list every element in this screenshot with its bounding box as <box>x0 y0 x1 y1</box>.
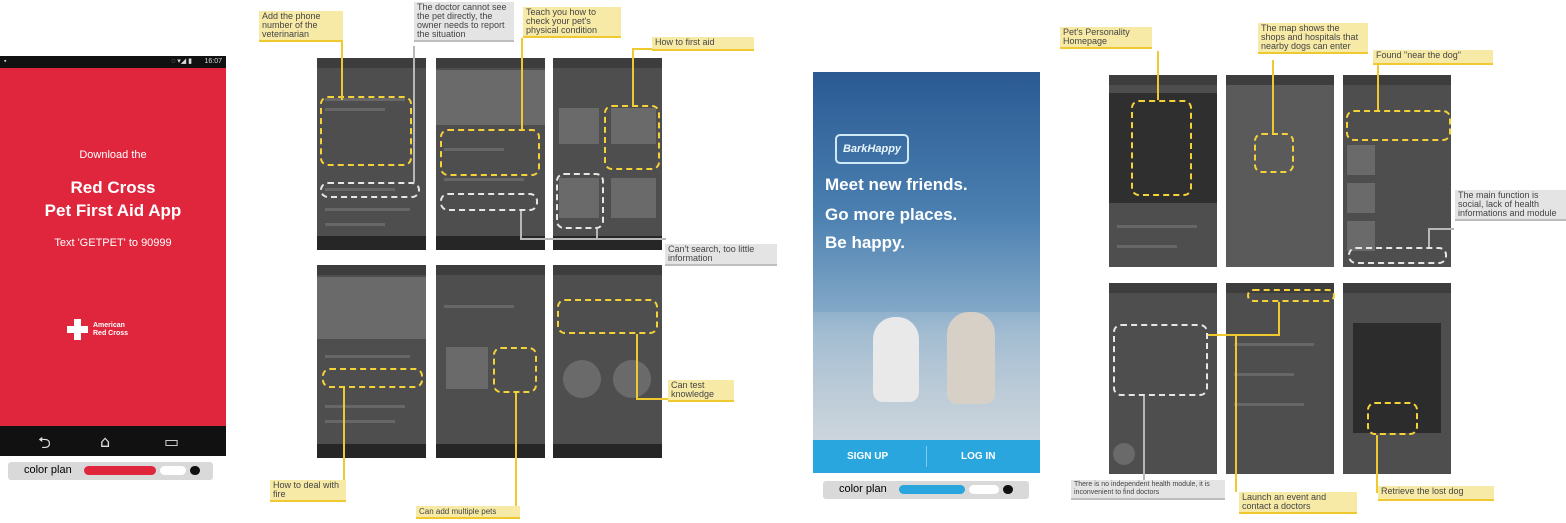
color-plan-red: color plan <box>8 462 213 480</box>
text-code: Text 'GETPET' to 90999 <box>54 237 172 249</box>
beagle-dog-image <box>947 312 995 404</box>
note-multiple-pets: Can add multiple pets <box>416 506 520 519</box>
notification-icon: ▪ <box>4 58 7 65</box>
tagline-1: Meet new friends. <box>825 175 968 194</box>
note-cant-search: Can't search, too little information <box>665 244 777 266</box>
note-main-function: The main function is social, lack of hea… <box>1455 190 1566 221</box>
note-teach-check: Teach you how to check your pet's physic… <box>523 7 621 38</box>
highlight-vet-phone <box>320 96 412 166</box>
street-photo <box>813 312 1040 442</box>
note-no-health-module: There is no independent health module, i… <box>1071 480 1225 500</box>
color-swatch-blue <box>899 485 965 494</box>
color-swatch-black <box>190 466 200 475</box>
color-plan-label: color plan <box>24 464 72 476</box>
white-dog-image <box>873 317 919 402</box>
tagline-3: Be happy. <box>825 233 905 252</box>
signal-icons: ◌ ▾◢ ▮ <box>171 58 192 65</box>
barkhappy-app-screen: BarkHappy Meet new friends. Go more plac… <box>813 72 1040 473</box>
highlight-map <box>1254 133 1294 173</box>
red-cross-logo-icon <box>67 319 88 340</box>
highlight-first-aid <box>604 105 660 170</box>
note-first-aid: How to first aid <box>652 37 754 51</box>
note-test-knowledge: Can test knowledge <box>668 380 734 402</box>
highlight-social <box>1348 247 1447 264</box>
highlight-near-dog <box>1346 110 1451 141</box>
screenshot-near-dog <box>1343 75 1451 267</box>
note-doctor-cannot-see: The doctor cannot see the pet directly, … <box>414 2 514 42</box>
auth-bar: SIGN UP LOG IN <box>813 440 1040 473</box>
tagline-2: Go more places. <box>825 205 958 224</box>
status-bar: ▪ ◌ ▾◢ ▮ 16:07 <box>0 56 226 68</box>
highlight-test <box>557 299 658 334</box>
home-icon[interactable]: ⌂ <box>100 432 110 451</box>
screenshot-quiz <box>553 265 662 458</box>
highlight-fire <box>322 368 423 388</box>
download-text: Download the <box>79 149 147 161</box>
highlight-add-pet <box>493 347 537 393</box>
app-title-line1: Red Cross <box>70 178 156 197</box>
highlight-lost-dog <box>1367 402 1418 435</box>
color-swatch-white <box>160 466 186 475</box>
back-icon[interactable]: ⮌ <box>38 432 51 459</box>
note-lost-dog: Retrieve the lost dog <box>1378 486 1494 501</box>
status-time: 16:07 <box>204 58 222 65</box>
logo-text: American Red Cross <box>93 322 129 337</box>
recent-apps-icon[interactable]: ▭ <box>164 432 179 451</box>
color-swatch-white-2 <box>969 485 999 494</box>
color-swatch-red <box>84 466 156 475</box>
red-cross-app-screen: ▪ ◌ ▾◢ ▮ 16:07 Download the Red Cross Pe… <box>0 56 226 456</box>
log-in-button[interactable]: LOG IN <box>961 451 995 462</box>
note-found-near: Found "near the dog" <box>1373 50 1493 65</box>
highlight-physical-check <box>440 129 540 176</box>
screenshot-lost-dog <box>1343 283 1451 474</box>
android-nav-bar: ⮌ ⌂ ▭ <box>0 426 226 456</box>
highlight-launch-event <box>1247 289 1335 302</box>
highlight-no-info <box>556 173 604 229</box>
note-personality: Pet's Personality Homepage <box>1060 27 1152 49</box>
color-swatch-black-2 <box>1003 485 1013 494</box>
highlight-personality <box>1131 100 1192 196</box>
barkhappy-logo: BarkHappy <box>835 134 909 164</box>
highlight-doctor <box>320 182 420 198</box>
highlight-no-health <box>1113 324 1208 396</box>
note-fire: How to deal with fire <box>270 480 346 502</box>
note-vet-phone: Add the phone number of the veterinarian <box>259 11 343 42</box>
color-plan-blue: color plan <box>823 481 1029 499</box>
note-map-shows: The map shows the shops and hospitals th… <box>1258 23 1368 54</box>
color-plan-label-2: color plan <box>839 483 887 495</box>
screenshot-contact-doctor <box>1226 283 1334 474</box>
note-launch-event: Launch an event and contact a doctors <box>1239 492 1357 514</box>
app-title-line2: Pet First Aid App <box>44 201 182 220</box>
screenshot-fire <box>317 265 426 458</box>
sign-up-button[interactable]: SIGN UP <box>847 451 888 462</box>
highlight-search <box>440 193 538 211</box>
